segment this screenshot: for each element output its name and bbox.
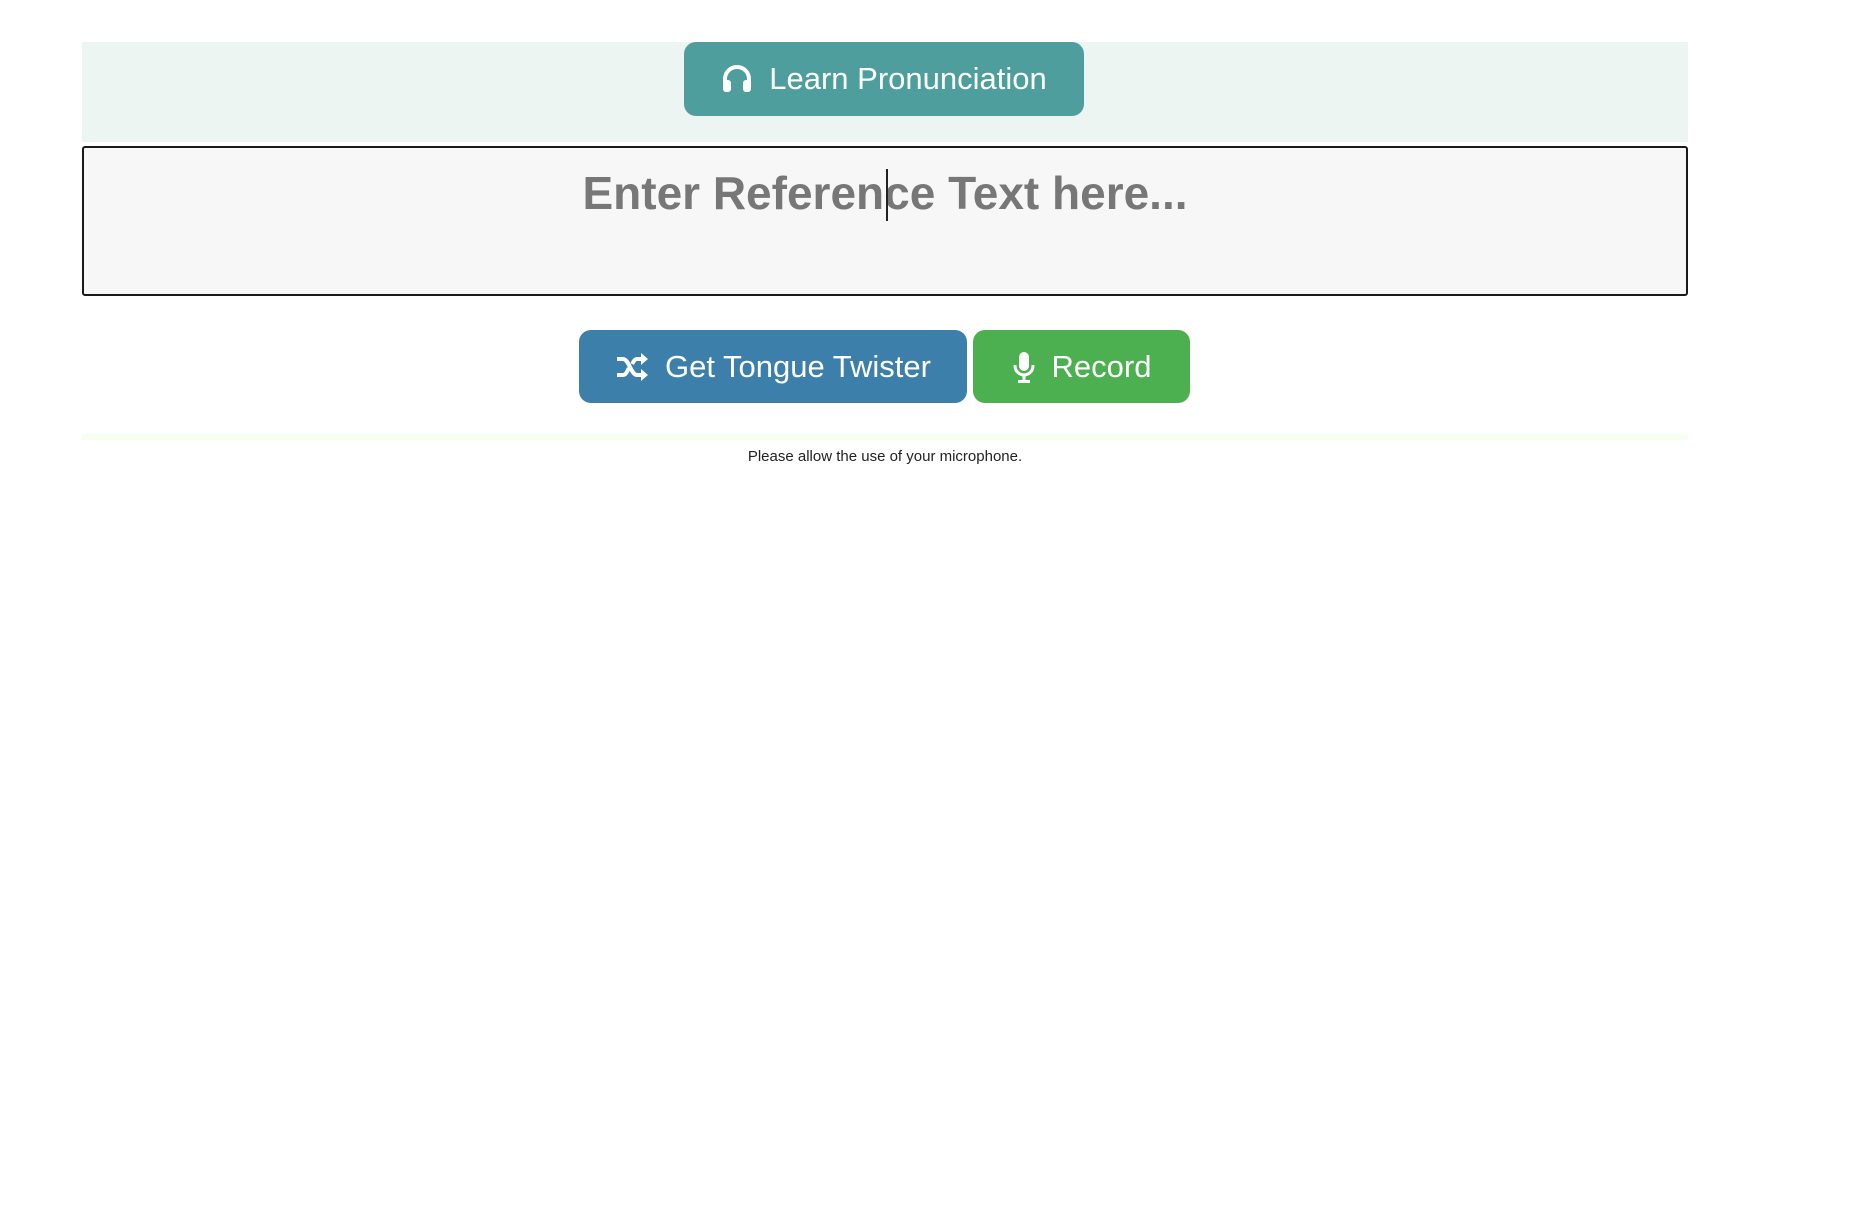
text-caret: [886, 169, 888, 221]
learn-pronunciation-button[interactable]: Learn Pronunciation: [684, 42, 1084, 116]
get-tongue-twister-label: Get Tongue Twister: [665, 348, 931, 384]
microphone-permission-message: Please allow the use of your microphone.: [747, 448, 1023, 465]
record-button[interactable]: Record: [973, 330, 1190, 403]
pronunciation-page: Learn Pronunciation Enter Reference Text…: [0, 0, 1872, 1215]
shuffle-icon: [615, 352, 649, 382]
divider: [82, 434, 1688, 440]
record-label: Record: [1051, 348, 1152, 384]
learn-pronunciation-label: Learn Pronunciation: [769, 61, 1047, 96]
microphone-icon: [1012, 351, 1036, 383]
reference-text-placeholder: Enter Reference Text here...: [582, 167, 1188, 219]
reference-text-input[interactable]: Enter Reference Text here...: [82, 146, 1688, 296]
get-tongue-twister-button[interactable]: Get Tongue Twister: [579, 330, 967, 403]
headphones-icon: [721, 63, 753, 95]
